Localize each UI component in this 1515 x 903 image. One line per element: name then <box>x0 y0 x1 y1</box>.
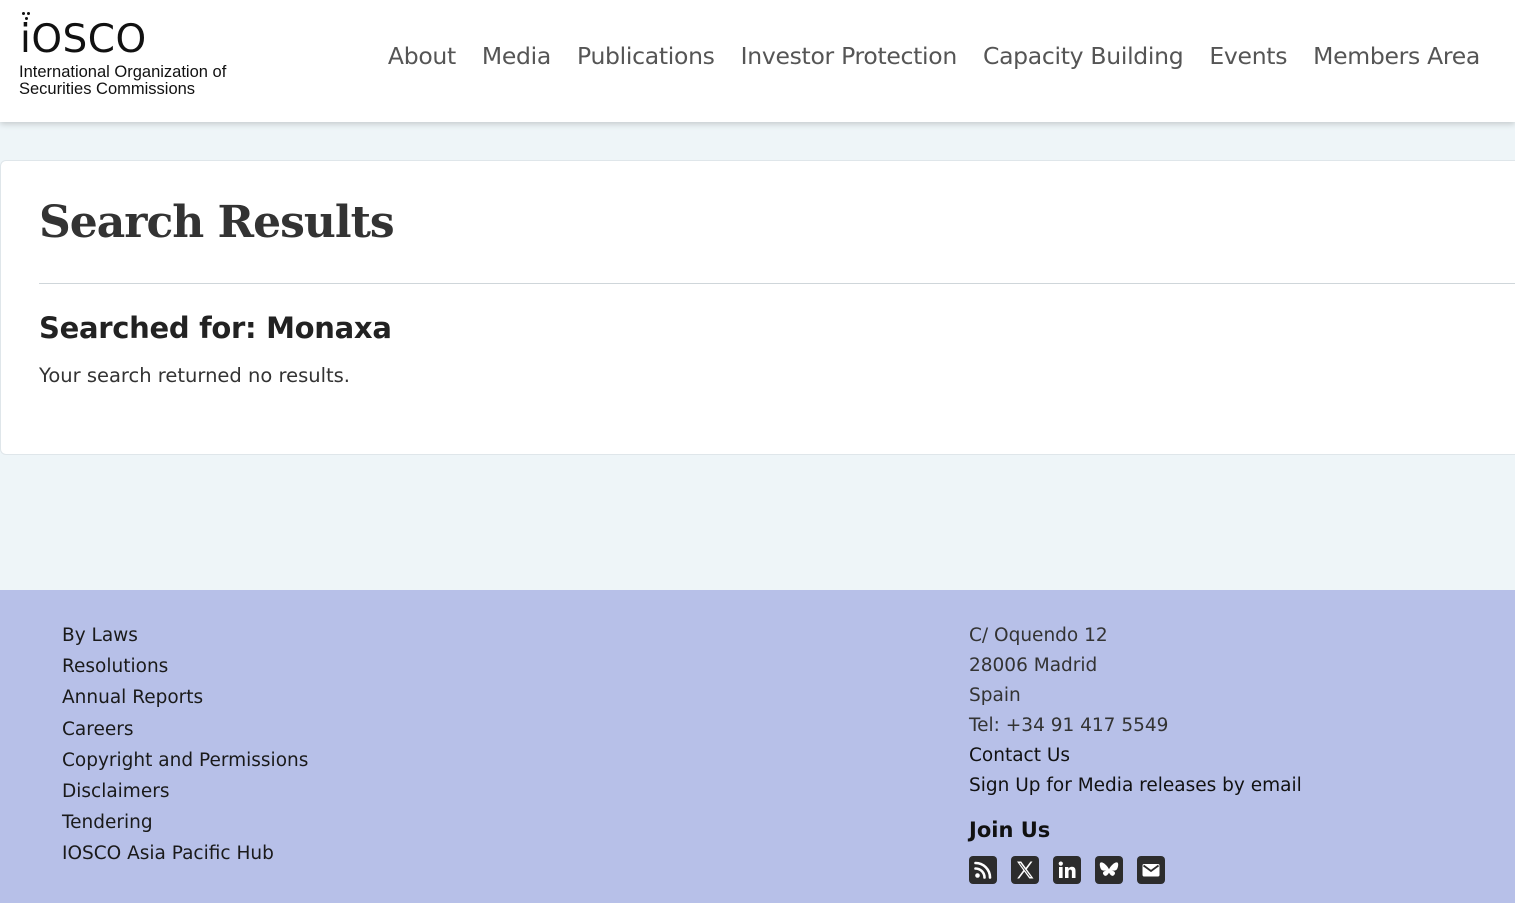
address-city: 28006 Madrid <box>969 655 1098 676</box>
footer-link-annual-reports[interactable]: Annual Reports <box>62 687 308 718</box>
nav-item-members-area[interactable]: Members Area <box>1313 42 1480 70</box>
logo-subtitle: International Organization of Securities… <box>19 64 226 98</box>
nav-item-media[interactable]: Media <box>482 42 551 70</box>
site-footer: By Laws Resolutions Annual Reports Caree… <box>0 590 1515 903</box>
address-country: Spain <box>969 685 1021 706</box>
footer-link-resolutions[interactable]: Resolutions <box>62 656 308 687</box>
rss-icon[interactable] <box>969 856 997 884</box>
join-us-heading: Join Us <box>969 818 1051 842</box>
no-results-message: Your search returned no results. <box>39 364 351 387</box>
social-icons <box>969 856 1165 884</box>
footer-link-asia-pacific-hub[interactable]: IOSCO Asia Pacific Hub <box>62 843 308 874</box>
nav-item-events[interactable]: Events <box>1209 42 1287 70</box>
footer-link-by-laws[interactable]: By Laws <box>62 625 308 656</box>
address-street: C/ Oquendo 12 <box>969 625 1108 646</box>
linkedin-icon[interactable] <box>1053 856 1081 884</box>
contact-us-link[interactable]: Contact Us <box>969 745 1302 775</box>
nav-item-capacity-building[interactable]: Capacity Building <box>983 42 1184 70</box>
address-tel: Tel: +34 91 417 5549 <box>969 715 1169 736</box>
media-signup-link[interactable]: Sign Up for Media releases by email <box>969 775 1302 805</box>
page-title: Search Results <box>39 197 395 248</box>
x-icon[interactable] <box>1011 856 1039 884</box>
logo-subtitle-line2: Securities Commissions <box>19 80 196 98</box>
nav-item-investor-protection[interactable]: Investor Protection <box>741 42 958 70</box>
footer-link-disclaimers[interactable]: Disclaimers <box>62 781 308 812</box>
nav-item-publications[interactable]: Publications <box>577 42 715 70</box>
site-header: iOSCO International Organization of Secu… <box>0 0 1515 122</box>
footer-link-copyright[interactable]: Copyright and Permissions <box>62 750 308 781</box>
logo-subtitle-line1: International Organization of <box>19 63 227 81</box>
footer-contact: C/ Oquendo 12 28006 Madrid Spain Tel: +3… <box>969 625 1302 805</box>
footer-link-tendering[interactable]: Tendering <box>62 812 308 843</box>
bluesky-icon[interactable] <box>1095 856 1123 884</box>
searched-for-heading: Searched for: Monaxa <box>39 311 392 345</box>
main-nav: About Media Publications Investor Protec… <box>362 42 1480 70</box>
search-results-card: Search Results Searched for: Monaxa Your… <box>0 160 1515 455</box>
footer-links: By Laws Resolutions Annual Reports Caree… <box>62 625 308 875</box>
logo-wordmark: iOSCO <box>20 17 147 62</box>
nav-item-about[interactable]: About <box>388 42 456 70</box>
email-icon[interactable] <box>1137 856 1165 884</box>
iosco-logo[interactable]: iOSCO International Organization of Secu… <box>19 10 279 102</box>
title-divider <box>39 283 1515 284</box>
footer-link-careers[interactable]: Careers <box>62 719 308 750</box>
